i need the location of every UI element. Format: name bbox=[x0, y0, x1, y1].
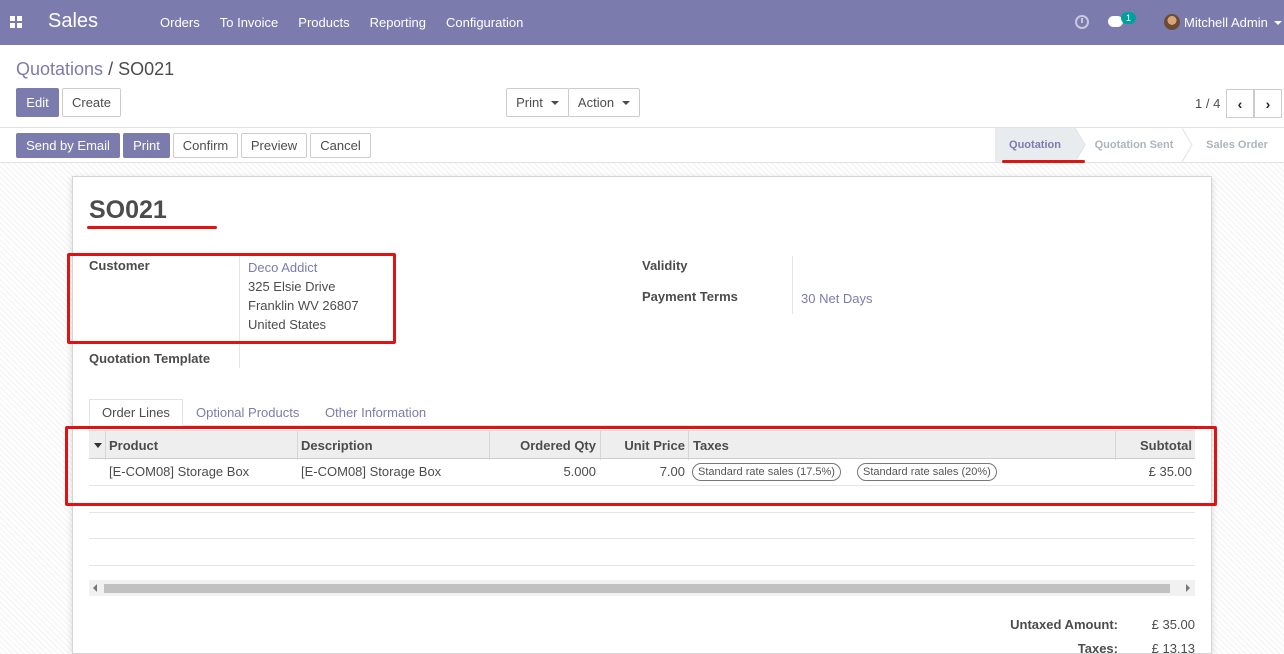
empty-row bbox=[89, 512, 1195, 539]
status-bar: Send by Email Print Confirm Preview Canc… bbox=[0, 128, 1284, 163]
stage-arrow-icon bbox=[1182, 128, 1193, 162]
taxes-label: Taxes: bbox=[1077, 641, 1118, 654]
action-dropdown-label: Action bbox=[577, 95, 615, 110]
pager-value[interactable]: 1 / 4 bbox=[1195, 96, 1220, 111]
stage-quotation[interactable]: Quotation bbox=[995, 128, 1075, 162]
create-button[interactable]: Create bbox=[62, 88, 121, 117]
caret-down-icon bbox=[622, 100, 631, 105]
breadcrumb-separator: / bbox=[108, 59, 114, 79]
preview-button[interactable]: Preview bbox=[241, 133, 307, 158]
print-button[interactable]: Print bbox=[123, 133, 170, 158]
menu-products[interactable]: Products bbox=[298, 15, 349, 30]
chevron-down-icon bbox=[1274, 21, 1282, 25]
avatar[interactable] bbox=[1164, 14, 1180, 30]
stage-sales-order[interactable]: Sales Order bbox=[1194, 128, 1280, 162]
annotation-box bbox=[67, 253, 396, 344]
payment-terms-label: Payment Terms bbox=[642, 289, 738, 304]
taxes-value: £ 13.13 bbox=[1151, 641, 1195, 654]
stage-quotation-sent[interactable]: Quotation Sent bbox=[1086, 128, 1182, 162]
empty-row bbox=[89, 539, 1195, 566]
horizontal-scrollbar[interactable] bbox=[89, 580, 1195, 596]
edit-button[interactable]: Edit bbox=[16, 88, 59, 117]
control-panel: Quotations / SO021 Edit Create Print Act… bbox=[0, 45, 1284, 128]
quotation-template-label: Quotation Template bbox=[89, 351, 211, 366]
menu-reporting[interactable]: Reporting bbox=[370, 15, 426, 30]
scroll-right-icon[interactable] bbox=[1186, 584, 1190, 592]
untaxed-amount-label: Untaxed Amount: bbox=[1010, 617, 1118, 632]
scrollbar-thumb[interactable] bbox=[104, 584, 1170, 593]
annotation-underline bbox=[87, 226, 217, 229]
menu-orders[interactable]: Orders bbox=[160, 15, 200, 30]
menu-configuration[interactable]: Configuration bbox=[446, 15, 523, 30]
tab-other-information[interactable]: Other Information bbox=[313, 399, 438, 426]
tab-optional-products[interactable]: Optional Products bbox=[184, 399, 311, 426]
breadcrumb: Quotations / SO021 bbox=[16, 59, 174, 80]
top-navbar: Sales Orders To Invoice Products Reporti… bbox=[0, 0, 1284, 45]
apps-menu-icon[interactable] bbox=[10, 16, 22, 28]
user-menu[interactable]: Mitchell Admin bbox=[1184, 15, 1268, 30]
main-menu: Orders To Invoice Products Reporting Con… bbox=[160, 15, 543, 30]
untaxed-amount-value: £ 35.00 bbox=[1151, 617, 1195, 632]
breadcrumb-current: SO021 bbox=[118, 59, 175, 79]
confirm-button[interactable]: Confirm bbox=[173, 133, 238, 158]
action-dropdown[interactable]: Action bbox=[568, 88, 640, 117]
pager-previous-button[interactable]: ‹ bbox=[1226, 89, 1254, 118]
scroll-left-icon[interactable] bbox=[93, 584, 97, 592]
cancel-button[interactable]: Cancel bbox=[310, 133, 371, 158]
chat-count-badge: 1 bbox=[1121, 12, 1137, 24]
send-by-email-button[interactable]: Send by Email bbox=[16, 133, 120, 158]
print-dropdown[interactable]: Print bbox=[506, 88, 569, 117]
app-title[interactable]: Sales bbox=[48, 10, 98, 33]
tab-order-lines[interactable]: Order Lines bbox=[89, 399, 183, 426]
page-title: SO021 bbox=[89, 196, 167, 224]
breadcrumb-quotations[interactable]: Quotations bbox=[16, 59, 103, 79]
pager-next-button[interactable]: › bbox=[1254, 89, 1282, 118]
menu-to-invoice[interactable]: To Invoice bbox=[220, 15, 279, 30]
field-divider bbox=[792, 256, 793, 314]
annotation-box bbox=[65, 426, 1217, 506]
print-dropdown-label: Print bbox=[516, 95, 543, 110]
caret-down-icon bbox=[550, 100, 559, 105]
payment-terms-link[interactable]: 30 Net Days bbox=[801, 291, 873, 306]
validity-label: Validity bbox=[642, 258, 688, 273]
annotation-underline bbox=[1002, 160, 1085, 163]
activity-clock-icon[interactable] bbox=[1075, 15, 1089, 29]
